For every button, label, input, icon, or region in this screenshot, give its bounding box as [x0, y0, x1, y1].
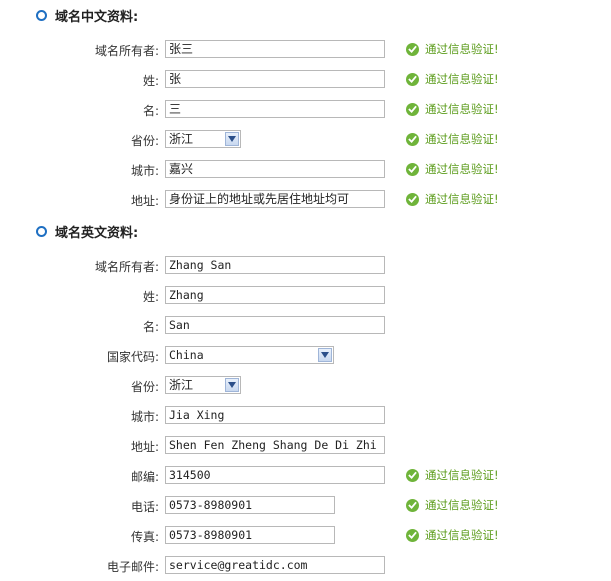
field-label: 省份: — [130, 134, 159, 148]
en-postcode-input[interactable]: 314500 — [165, 466, 385, 484]
section-title-text: 域名中文资料: — [55, 9, 139, 25]
check-icon — [406, 498, 419, 512]
en-surname-input[interactable]: Zhang — [165, 286, 385, 304]
form-row-en-city: 城市: Jia Xing — [0, 405, 611, 427]
field-label: 省份: — [130, 380, 159, 394]
field-label: 电话: — [130, 500, 159, 514]
verify-text: 通过信息验证! — [425, 498, 499, 512]
form-row-cn-owner: 域名所有者: 张三 通过信息验证! — [0, 39, 611, 61]
form-row-en-fax: 传真: 0573-8980901 通过信息验证! — [0, 525, 611, 547]
cn-city-input[interactable]: 嘉兴 — [165, 160, 385, 178]
field-label: 名: — [142, 320, 159, 334]
form-row-en-province: 省份: 浙江 — [0, 375, 611, 397]
form-row-cn-province: 省份: 浙江 通过信息验证! — [0, 129, 611, 151]
chevron-down-icon[interactable] — [225, 132, 239, 146]
en-province-select[interactable]: 浙江 — [165, 376, 241, 394]
cn-owner-input[interactable]: 张三 — [165, 40, 385, 58]
field-label: 域名所有者: — [94, 260, 159, 274]
verify-status: 通过信息验证! — [406, 191, 499, 207]
form-row-en-given-name: 名: San — [0, 315, 611, 337]
verify-status: 通过信息验证! — [406, 467, 499, 483]
verify-status: 通过信息验证! — [406, 497, 499, 513]
section-title-text: 域名英文资料: — [55, 225, 139, 241]
field-label: 姓: — [142, 290, 159, 304]
field-label: 城市: — [130, 164, 159, 178]
check-icon — [406, 528, 419, 542]
form-row-cn-address: 地址: 身份证上的地址或先居住地址均可 通过信息验证! — [0, 189, 611, 211]
check-icon — [406, 102, 419, 116]
field-label: 地址: — [130, 440, 159, 454]
verify-text: 通过信息验证! — [425, 468, 499, 482]
form-row-en-owner: 域名所有者: Zhang San — [0, 255, 611, 277]
form-row-en-email: 电子邮件: service@greatidc.com — [0, 555, 611, 577]
verify-status: 通过信息验证! — [406, 71, 499, 87]
cn-address-input[interactable]: 身份证上的地址或先居住地址均可 — [165, 190, 385, 208]
check-icon — [406, 162, 419, 176]
check-icon — [406, 468, 419, 482]
en-country-select[interactable]: China — [165, 346, 334, 364]
form-row-cn-given-name: 名: 三 通过信息验证! — [0, 99, 611, 121]
field-label: 地址: — [130, 194, 159, 208]
field-label: 传真: — [130, 530, 159, 544]
form-row-en-phone: 电话: 0573-8980901 通过信息验证! — [0, 495, 611, 517]
bullet-icon — [36, 9, 47, 21]
verify-text: 通过信息验证! — [425, 192, 499, 206]
field-label: 名: — [142, 104, 159, 118]
cn-given-name-input[interactable]: 三 — [165, 100, 385, 118]
form-row-cn-city: 城市: 嘉兴 通过信息验证! — [0, 159, 611, 181]
select-value: 浙江 — [169, 132, 194, 146]
verify-status: 通过信息验证! — [406, 527, 499, 543]
verify-status: 通过信息验证! — [406, 161, 499, 177]
field-label: 姓: — [142, 74, 159, 88]
select-value: China — [169, 348, 204, 362]
check-icon — [406, 42, 419, 56]
field-label: 域名所有者: — [94, 44, 159, 58]
en-fax-input[interactable]: 0573-8980901 — [165, 526, 335, 544]
select-value: 浙江 — [169, 378, 194, 392]
form-row-en-surname: 姓: Zhang — [0, 285, 611, 307]
en-city-input[interactable]: Jia Xing — [165, 406, 385, 424]
cn-surname-input[interactable]: 张 — [165, 70, 385, 88]
verify-status: 通过信息验证! — [406, 101, 499, 117]
field-label: 城市: — [130, 410, 159, 424]
section-title-chinese: 域名中文资料: — [36, 6, 139, 25]
en-phone-input[interactable]: 0573-8980901 — [165, 496, 335, 514]
field-label: 国家代码: — [106, 350, 159, 364]
verify-status: 通过信息验证! — [406, 131, 499, 147]
verify-text: 通过信息验证! — [425, 162, 499, 176]
verify-text: 通过信息验证! — [425, 72, 499, 86]
bullet-icon — [36, 225, 47, 237]
field-label: 邮编: — [130, 470, 159, 484]
check-icon — [406, 192, 419, 206]
form-row-en-address: 地址: Shen Fen Zheng Shang De Di Zhi — [0, 435, 611, 457]
en-address-input[interactable]: Shen Fen Zheng Shang De Di Zhi — [165, 436, 385, 454]
chevron-down-icon[interactable] — [225, 378, 239, 392]
verify-text: 通过信息验证! — [425, 528, 499, 542]
check-icon — [406, 132, 419, 146]
chevron-down-icon[interactable] — [318, 348, 332, 362]
verify-text: 通过信息验证! — [425, 102, 499, 116]
verify-text: 通过信息验证! — [425, 132, 499, 146]
form-row-cn-surname: 姓: 张 通过信息验证! — [0, 69, 611, 91]
form-row-en-country: 国家代码: China — [0, 345, 611, 367]
section-title-english: 域名英文资料: — [36, 222, 139, 241]
form-row-en-postcode: 邮编: 314500 通过信息验证! — [0, 465, 611, 487]
field-label: 电子邮件: — [106, 560, 159, 574]
en-owner-input[interactable]: Zhang San — [165, 256, 385, 274]
check-icon — [406, 72, 419, 86]
verify-status: 通过信息验证! — [406, 41, 499, 57]
verify-text: 通过信息验证! — [425, 42, 499, 56]
en-email-input[interactable]: service@greatidc.com — [165, 556, 385, 574]
cn-province-select[interactable]: 浙江 — [165, 130, 241, 148]
en-given-name-input[interactable]: San — [165, 316, 385, 334]
